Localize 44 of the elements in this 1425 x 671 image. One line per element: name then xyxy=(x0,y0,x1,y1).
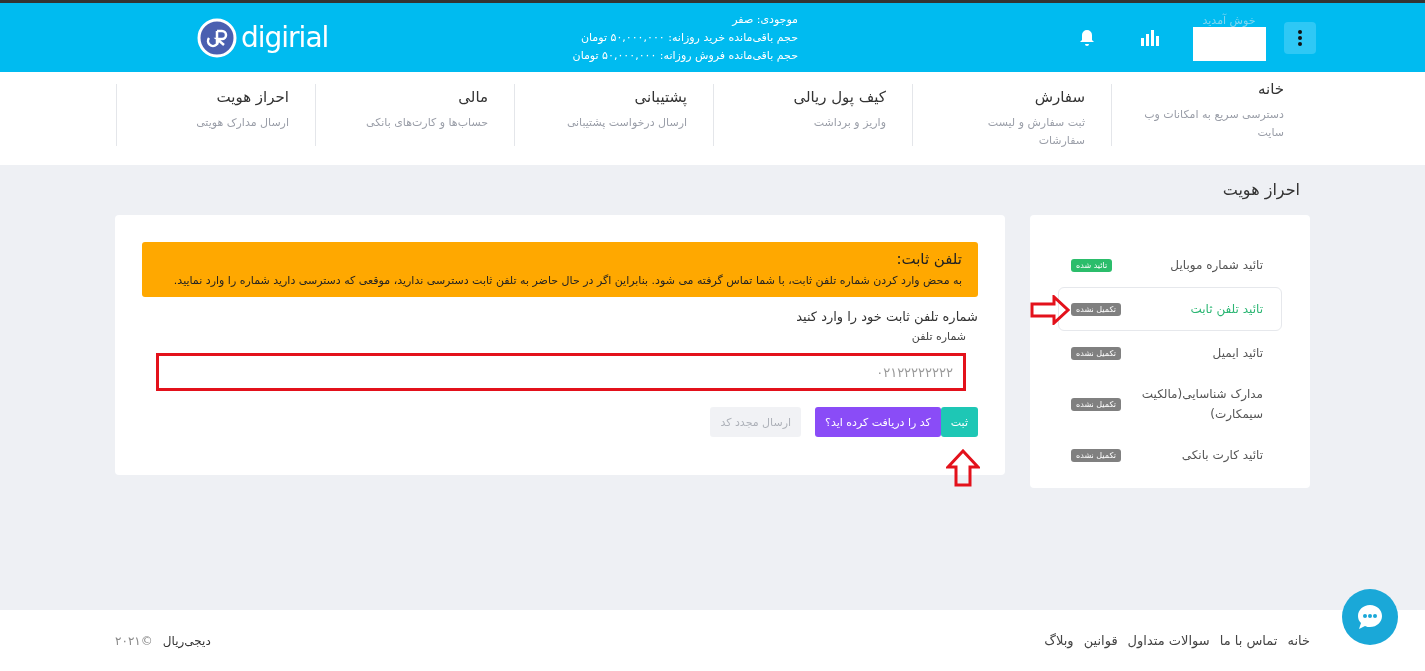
form-button[interactable]: کد را دریافت کرده اید؟ xyxy=(815,407,941,437)
status-badge: تکمیل نشده xyxy=(1071,302,1122,316)
nav-item[interactable]: پشتیبانی ارسال درخواست پشتیبانی xyxy=(514,84,713,146)
footer-link[interactable]: قوانین xyxy=(1083,633,1118,648)
footer-link[interactable]: وبلاگ xyxy=(1044,633,1074,648)
phone-input-field[interactable]: ۰۲۱۲۲۲۲۲۲۲۲ xyxy=(156,353,966,391)
nav-item[interactable]: احراز هویت ارسال مدارک هویتی xyxy=(116,84,315,146)
alert-text: به محض وارد کردن شماره تلفن ثابت، با شما تماس گرفته می شود. بنابراین اگر در حال حاضر به تلفن ثابت دسترسی ندارید، موقعی که دسترسی دارید شماره را وارد نمایید. xyxy=(172,274,962,287)
status-badge: تکمیل نشده xyxy=(1071,397,1122,411)
balance-text: موجودی: صفر xyxy=(730,11,798,28)
kebab-menu-icon xyxy=(1297,28,1303,47)
welcome-text: خوش آمدید xyxy=(1202,14,1256,27)
step-item[interactable]: مدارک شناسایی(مالکیت سیمکارت) تکمیل نشده xyxy=(1058,375,1282,433)
status-badge: تائید شده xyxy=(1071,258,1113,272)
arrow-icon xyxy=(946,449,980,487)
alert-title: تلفن ثابت: xyxy=(895,250,962,268)
field-label: شماره تلفن xyxy=(910,330,966,343)
brand-text: دیجی‌ریال xyxy=(162,633,211,648)
step-item[interactable]: تائید کارت بانکی تکمیل نشده xyxy=(1058,433,1282,477)
footer-link[interactable]: تماس با ما xyxy=(1219,633,1278,648)
sell-limit-text: حجم باقی‌مانده فروش روزانه: ۵۰,۰۰۰,۰۰۰ تومان xyxy=(572,47,798,64)
status-badge: تکمیل نشده xyxy=(1071,346,1122,360)
status-badge: تکمیل نشده xyxy=(1071,448,1122,462)
page-title: احراز هویت xyxy=(1221,179,1300,202)
menu-button[interactable] xyxy=(1284,21,1316,54)
bell-icon[interactable] xyxy=(1078,28,1096,47)
logo-icon xyxy=(197,17,237,58)
arrow-icon xyxy=(1030,295,1070,325)
logo-text: digirial xyxy=(241,21,329,54)
chat-bubble-icon xyxy=(1355,602,1385,632)
footer-link[interactable]: سوالات متداول xyxy=(1127,633,1210,648)
nav-item[interactable]: سفارش ثبت سفارش و لیست سفارشات xyxy=(912,84,1111,146)
nav-item[interactable]: مالی حساب‌ها و کارت‌های بانکی xyxy=(315,84,514,146)
form-heading: شماره تلفن ثابت خود را وارد کنید xyxy=(795,309,978,324)
nav-item[interactable]: کیف پول ریالی واریز و برداشت xyxy=(713,84,912,146)
copyright-text: ©۲۰۲۱ xyxy=(115,633,153,648)
step-item[interactable]: تائید تلفن ثابت تکمیل نشده xyxy=(1058,287,1282,331)
chat-button[interactable] xyxy=(1342,589,1398,645)
step-item[interactable]: تائید ایمیل تکمیل نشده xyxy=(1058,331,1282,375)
footer-link[interactable]: خانه xyxy=(1287,633,1310,648)
bar-chart-icon[interactable] xyxy=(1140,29,1160,46)
step-item[interactable]: تائید شماره موبایل تائید شده xyxy=(1058,243,1282,287)
buy-limit-text: حجم باقی‌مانده خرید روزانه: ۵۰,۰۰۰,۰۰۰ تومان xyxy=(579,29,798,46)
nav-item[interactable]: خانه دسترسی سریع به امکانات وب سایت xyxy=(1111,84,1310,146)
